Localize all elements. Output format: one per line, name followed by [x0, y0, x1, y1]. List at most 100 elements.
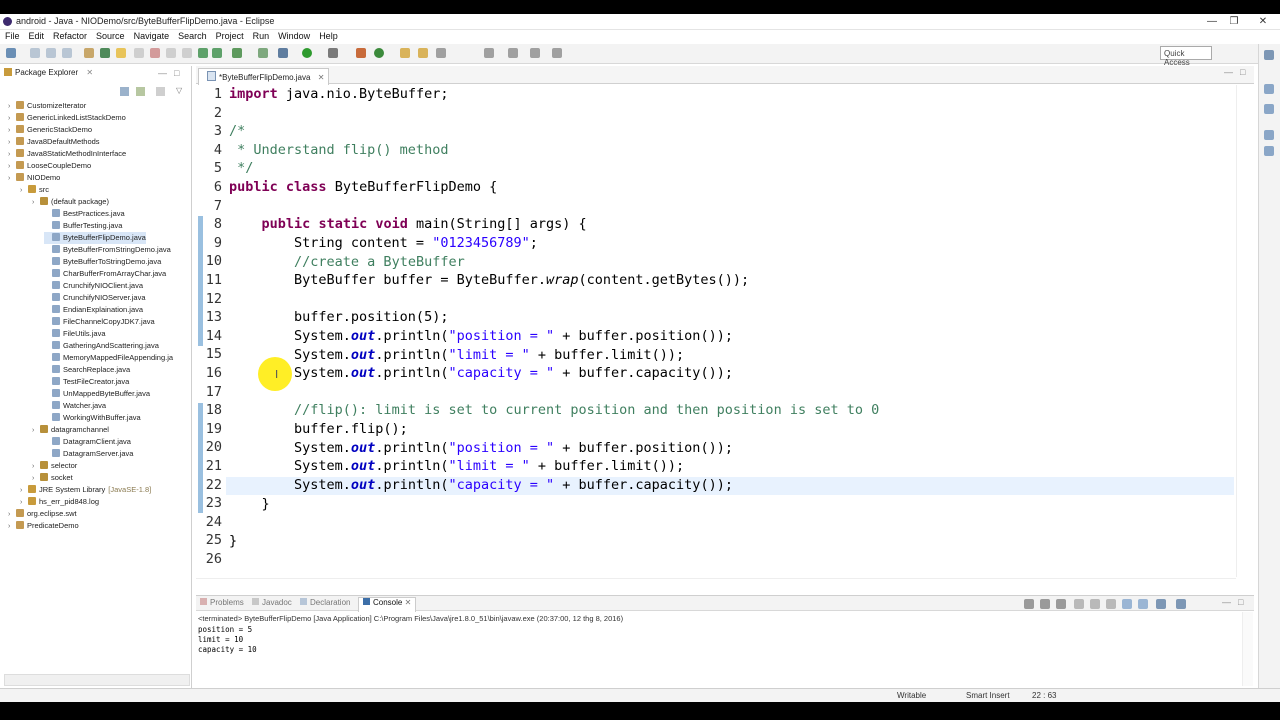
tree-item[interactable]: › socket: [32, 472, 73, 484]
tree-item[interactable]: CrunchifyNIOClient.java: [44, 280, 143, 292]
tree-item[interactable]: GatheringAndScattering.java: [44, 340, 159, 352]
tree-item[interactable]: › GenericLinkedListStackDemo: [8, 112, 126, 124]
expand-toggle-icon[interactable]: ›: [20, 185, 28, 197]
tree-item[interactable]: WorkingWithBuffer.java: [44, 412, 141, 424]
tree-item[interactable]: › GenericStackDemo: [8, 124, 92, 136]
next-annotation-icon[interactable]: [484, 48, 494, 58]
tab-javadoc[interactable]: Javadoc: [252, 598, 292, 607]
package-explorer-tab[interactable]: Package Explorer ✕: [4, 68, 93, 82]
close-view-icon[interactable]: ✕: [86, 68, 93, 77]
tree-item[interactable]: › CustomizeIterator: [8, 100, 86, 112]
perspective-java-icon[interactable]: [1264, 50, 1274, 60]
menu-source[interactable]: Source: [91, 30, 129, 41]
print-icon[interactable]: [62, 48, 72, 58]
new-java-project-icon[interactable]: [356, 48, 366, 58]
maximize-button[interactable]: ❐: [1223, 15, 1245, 29]
annotation-icon[interactable]: [436, 48, 446, 58]
tree-item[interactable]: CharBufferFromArrayChar.java: [44, 268, 166, 280]
expand-toggle-icon[interactable]: ›: [32, 425, 40, 437]
menu-navigate[interactable]: Navigate: [129, 30, 174, 41]
expand-toggle-icon[interactable]: ›: [8, 173, 16, 185]
last-edit-icon[interactable]: [552, 48, 562, 58]
new-android-icon[interactable]: [258, 48, 268, 58]
show-stderr-icon[interactable]: [1138, 599, 1148, 609]
sdk-manager-icon[interactable]: [212, 48, 222, 58]
tab-declaration[interactable]: Declaration: [300, 598, 350, 607]
external-tools-icon[interactable]: [328, 48, 338, 58]
quick-access-field[interactable]: Quick Access: [1160, 46, 1212, 67]
tree-item[interactable]: › PredicateDemo: [8, 520, 79, 532]
new-class-icon[interactable]: [374, 48, 384, 58]
close-tab-icon[interactable]: ✕: [405, 598, 412, 607]
expand-toggle-icon[interactable]: ›: [8, 521, 16, 533]
horizontal-scrollbar[interactable]: [196, 578, 1236, 588]
menu-edit[interactable]: Edit: [24, 30, 49, 41]
horizontal-scrollbar[interactable]: [4, 674, 190, 686]
tab-console[interactable]: Console ✕: [358, 597, 417, 612]
minimize-editor-icon[interactable]: —: [1224, 67, 1233, 77]
display-console-icon[interactable]: [1176, 599, 1186, 609]
call-hierarchy-icon[interactable]: [1264, 146, 1274, 156]
show-stdout-icon[interactable]: [1122, 599, 1132, 609]
maximize-view-icon[interactable]: □: [174, 68, 179, 78]
maximize-editor-icon[interactable]: □: [1240, 67, 1245, 77]
tree-item[interactable]: CrunchifyNIOServer.java: [44, 292, 146, 304]
tree-item[interactable]: ByteBufferFlipDemo.java: [44, 232, 146, 244]
tree-item[interactable]: SearchReplace.java: [44, 364, 130, 376]
tree-item[interactable]: › NIODemo: [8, 172, 60, 184]
remove-all-icon[interactable]: [1056, 599, 1066, 609]
close-tab-icon[interactable]: ✕: [318, 73, 325, 82]
tree-item[interactable]: › (default package): [32, 196, 109, 208]
console-output[interactable]: <terminated> ByteBufferFlipDemo [Java Ap…: [196, 612, 1254, 686]
save-icon[interactable]: [30, 48, 40, 58]
remove-launch-icon[interactable]: [1040, 599, 1050, 609]
tree-item[interactable]: BufferTesting.java: [44, 220, 122, 232]
tree-item[interactable]: › JRE System Library [JavaSE-1.8]: [20, 484, 151, 496]
terminate-icon[interactable]: [1024, 599, 1034, 609]
menu-run[interactable]: Run: [248, 30, 274, 41]
tree-item[interactable]: FileUtils.java: [44, 328, 106, 340]
tree-item[interactable]: BestPractices.java: [44, 208, 125, 220]
hierarchy-icon[interactable]: [1264, 130, 1274, 140]
back-icon[interactable]: [508, 48, 518, 58]
view-menu-icon[interactable]: [156, 87, 165, 96]
tree-item[interactable]: › LooseCoupleDemo: [8, 160, 91, 172]
forward-icon[interactable]: [530, 48, 540, 58]
tree-item[interactable]: EndianExplaination.java: [44, 304, 143, 316]
link-editor-icon[interactable]: [136, 87, 145, 96]
menu-search[interactable]: Search: [173, 30, 211, 41]
tree-item[interactable]: TestFileCreator.java: [44, 376, 129, 388]
outline-icon[interactable]: [1264, 84, 1274, 94]
run-icon[interactable]: [302, 48, 312, 58]
block-selection-icon[interactable]: [134, 48, 144, 58]
save-all-icon[interactable]: [46, 48, 56, 58]
collapse-all-icon[interactable]: [120, 87, 129, 96]
minimize-view-icon[interactable]: —: [158, 68, 167, 78]
tree-item[interactable]: Watcher.java: [44, 400, 106, 412]
skip-breakpoints-icon[interactable]: [100, 48, 110, 58]
tree-item[interactable]: › Java8DefaultMethods: [8, 136, 100, 148]
menu-file[interactable]: File: [0, 30, 24, 41]
tree-item[interactable]: ByteBufferFromStringDemo.java: [44, 244, 171, 256]
tree-item[interactable]: FileChannelCopyJDK7.java: [44, 316, 155, 328]
open-folder-icon[interactable]: [400, 48, 410, 58]
tree-item[interactable]: › hs_err_pid848.log: [20, 496, 99, 508]
maximize-panel-icon[interactable]: □: [1238, 597, 1243, 607]
open-type-icon[interactable]: [150, 48, 160, 58]
tree-item[interactable]: › Java8StaticMethodInInterface: [8, 148, 126, 160]
tree-item[interactable]: › datagramchannel: [32, 424, 109, 436]
menu-window[interactable]: Window: [273, 30, 314, 41]
task-list-icon[interactable]: [1264, 104, 1274, 114]
close-button[interactable]: ✕: [1252, 15, 1274, 29]
tree-item[interactable]: › selector: [32, 460, 77, 472]
scroll-lock-icon[interactable]: [1106, 599, 1116, 609]
tree-item[interactable]: DatagramServer.java: [44, 448, 133, 460]
pin-console-icon[interactable]: [1156, 599, 1166, 609]
copy-icon[interactable]: [1074, 599, 1084, 609]
menu-project[interactable]: Project: [211, 30, 248, 41]
format-icon[interactable]: [166, 48, 176, 58]
toggle-mark-icon[interactable]: [84, 48, 94, 58]
clear-console-icon[interactable]: [1090, 599, 1100, 609]
editor-tab[interactable]: *ByteBufferFlipDemo.java ✕: [198, 68, 330, 86]
tree-item[interactable]: › org.eclipse.swt: [8, 508, 77, 520]
